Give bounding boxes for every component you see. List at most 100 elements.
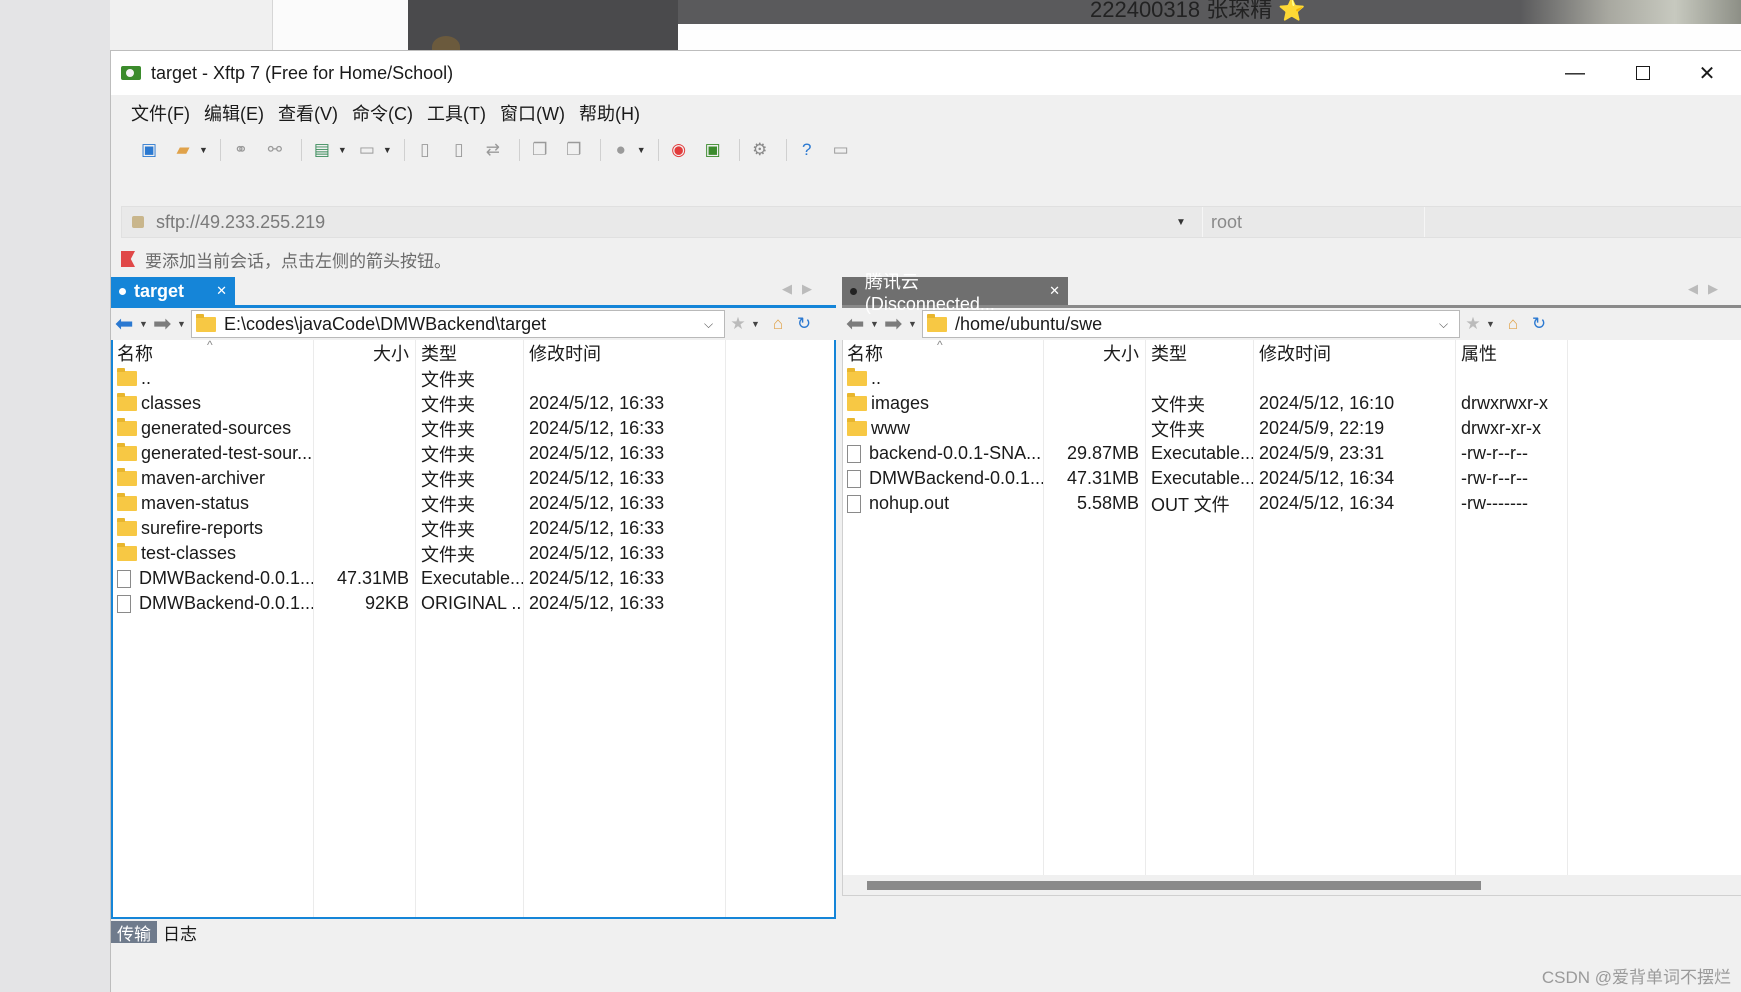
scrollbar-thumb[interactable] [867, 881, 1481, 890]
tab-target[interactable]: target ✕ [111, 277, 235, 305]
file-modified: 2024/5/12, 16:33 [529, 493, 665, 513]
tab-tencent-cloud[interactable]: 腾讯云 (Disconnected... ✕ [842, 272, 1068, 314]
col-header-type[interactable]: 类型 [1145, 340, 1253, 366]
download-icon[interactable]: ▯ [411, 136, 439, 164]
favorite-star-icon[interactable]: ★ [725, 314, 751, 334]
file-modified: 2024/5/12, 16:33 [529, 393, 665, 413]
menu-command[interactable]: 命令(C) [352, 100, 413, 126]
maximize-button[interactable] [1609, 51, 1677, 95]
table-row[interactable]: .. [843, 366, 1741, 391]
tab-label: target [134, 280, 185, 301]
terminal-icon[interactable]: ▭ [353, 136, 381, 164]
open-folder-icon[interactable]: ▰ [169, 136, 197, 164]
home-folder-icon[interactable]: ⌂ [765, 314, 791, 334]
file-name: generated-test-sour... [113, 441, 313, 466]
table-row[interactable]: backend-0.0.1-SNA... 29.87MB Executable...… [843, 441, 1741, 466]
file-attributes: drwxr-xr-x [1461, 418, 1541, 438]
new-tab-dropdown-icon[interactable]: ▼ [338, 145, 347, 155]
menu-file[interactable]: 文件(F) [131, 100, 190, 126]
tab-log[interactable]: 日志 [157, 921, 203, 944]
menu-bar: 文件(F) 编辑(E) 查看(V) 命令(C) 工具(T) 窗口(W) 帮助(H… [111, 95, 1741, 131]
path-dropdown-icon[interactable]: ⌵ [704, 317, 724, 332]
paste-icon[interactable]: ❐ [560, 136, 588, 164]
password-input[interactable] [1424, 207, 1741, 237]
horizontal-scrollbar[interactable] [843, 875, 1741, 895]
col-header-attributes[interactable]: 属性 [1455, 340, 1567, 366]
refresh-icon[interactable]: ↻ [1526, 314, 1552, 334]
table-row[interactable]: images 文件夹 2024/5/12, 16:10 drwxrwxr-x [843, 391, 1741, 416]
favorite-dropdown-icon[interactable]: ▼ [751, 319, 765, 329]
help-icon[interactable]: ? [793, 136, 821, 164]
add-session-arrow-icon[interactable] [121, 251, 135, 267]
encoding-dropdown-icon[interactable]: ▼ [637, 145, 646, 155]
forward-dropdown-icon[interactable]: ▼ [177, 319, 191, 329]
col-header-modified[interactable]: 修改时间 [1253, 340, 1455, 366]
new-tab-icon[interactable]: ▤ [308, 136, 336, 164]
menu-edit[interactable]: 编辑(E) [204, 100, 264, 126]
table-row[interactable]: nohup.out 5.58MB OUT 文件 2024/5/12, 16:34 -rw… [843, 491, 1741, 516]
refresh-icon[interactable]: ↻ [791, 314, 817, 334]
favorite-dropdown-icon[interactable]: ▼ [1486, 319, 1500, 329]
minimize-button[interactable]: — [1541, 51, 1609, 95]
menu-tools[interactable]: 工具(T) [427, 100, 486, 126]
menu-help[interactable]: 帮助(H) [579, 100, 640, 126]
table-row[interactable]: DMWBackend-0.0.1... 47.31MB Executable... 2… [843, 466, 1741, 491]
local-path-field[interactable]: E:\codes\javaCode\DMWBackend\target ⌵ [191, 310, 725, 338]
home-folder-icon[interactable]: ⌂ [1500, 314, 1526, 334]
disconnect-icon[interactable]: ⚯ [261, 136, 289, 164]
tab-scroll-arrows[interactable]: ◀▶ [1688, 281, 1728, 297]
tab-close-icon[interactable]: ✕ [216, 283, 227, 299]
username-input[interactable]: root [1202, 207, 1424, 237]
remote-file-list: ^ 名称 大小 类型 修改时间 属性 .. images 文件夹 2024/5/12,… [842, 340, 1741, 896]
encoding-icon[interactable]: ● [607, 136, 635, 164]
local-path-text: E:\codes\javaCode\DMWBackend\target [224, 313, 547, 334]
column-divider [523, 340, 524, 917]
transfer-icon[interactable]: ⇄ [479, 136, 507, 164]
back-arrow-icon[interactable]: ⬅ [115, 311, 139, 337]
back-arrow-icon[interactable]: ⬅ [846, 311, 870, 337]
terminal-dropdown-icon[interactable]: ▼ [383, 145, 392, 155]
file-size [313, 441, 415, 466]
menu-window[interactable]: 窗口(W) [500, 100, 565, 126]
menu-view[interactable]: 查看(V) [278, 100, 338, 126]
xshell-icon[interactable]: ◉ [665, 136, 693, 164]
chat-icon[interactable]: ▭ [827, 136, 855, 164]
file-name: www [843, 416, 1043, 441]
close-button[interactable]: ✕ [1673, 51, 1741, 95]
forward-arrow-icon[interactable]: ➡ [153, 311, 177, 337]
back-dropdown-icon[interactable]: ▼ [139, 319, 153, 329]
new-session-icon[interactable]: ▣ [135, 136, 163, 164]
tab-close-icon[interactable]: ✕ [1049, 283, 1060, 299]
open-dropdown-icon[interactable]: ▼ [199, 145, 208, 155]
tab-transfers[interactable]: 传输 [111, 921, 157, 944]
column-divider [1567, 340, 1568, 895]
favorite-star-icon[interactable]: ★ [1460, 314, 1486, 334]
col-header-type[interactable]: 类型 [415, 340, 523, 366]
file-type: Executable... [421, 568, 523, 588]
address-input[interactable]: sftp://49.233.255.219 [156, 212, 1176, 233]
path-dropdown-icon[interactable]: ⌵ [1439, 317, 1459, 332]
tab-scroll-arrows[interactable]: ◀▶ [782, 281, 822, 297]
file-name: test-classes [113, 541, 313, 566]
connect-icon[interactable]: ⚭ [227, 136, 255, 164]
forward-arrow-icon[interactable]: ➡ [884, 311, 908, 337]
folder-icon [117, 468, 137, 486]
col-header-name[interactable]: 名称 [843, 340, 1043, 366]
folder-icon [847, 418, 867, 436]
col-header-modified[interactable]: 修改时间 [523, 340, 725, 366]
file-size [1043, 391, 1145, 416]
file-modified: 2024/5/12, 16:34 [1259, 468, 1395, 488]
col-header-name[interactable]: 名称 [113, 340, 313, 366]
col-header-size[interactable]: 大小 [313, 340, 415, 366]
file-name-text: DMWBackend-0.0.1... [139, 593, 313, 613]
address-dropdown-icon[interactable]: ▼ [1176, 217, 1196, 228]
upload-icon[interactable]: ▯ [445, 136, 473, 164]
forward-dropdown-icon[interactable]: ▼ [908, 319, 922, 329]
back-dropdown-icon[interactable]: ▼ [870, 319, 884, 329]
settings-gear-icon[interactable]: ⚙ [746, 136, 774, 164]
copy-icon[interactable]: ❐ [526, 136, 554, 164]
table-row[interactable]: www 文件夹 2024/5/9, 22:19 drwxr-xr-x [843, 416, 1741, 441]
xftp-icon[interactable]: ▣ [699, 136, 727, 164]
col-header-size[interactable]: 大小 [1043, 340, 1145, 366]
file-type: 文件夹 [421, 394, 475, 415]
